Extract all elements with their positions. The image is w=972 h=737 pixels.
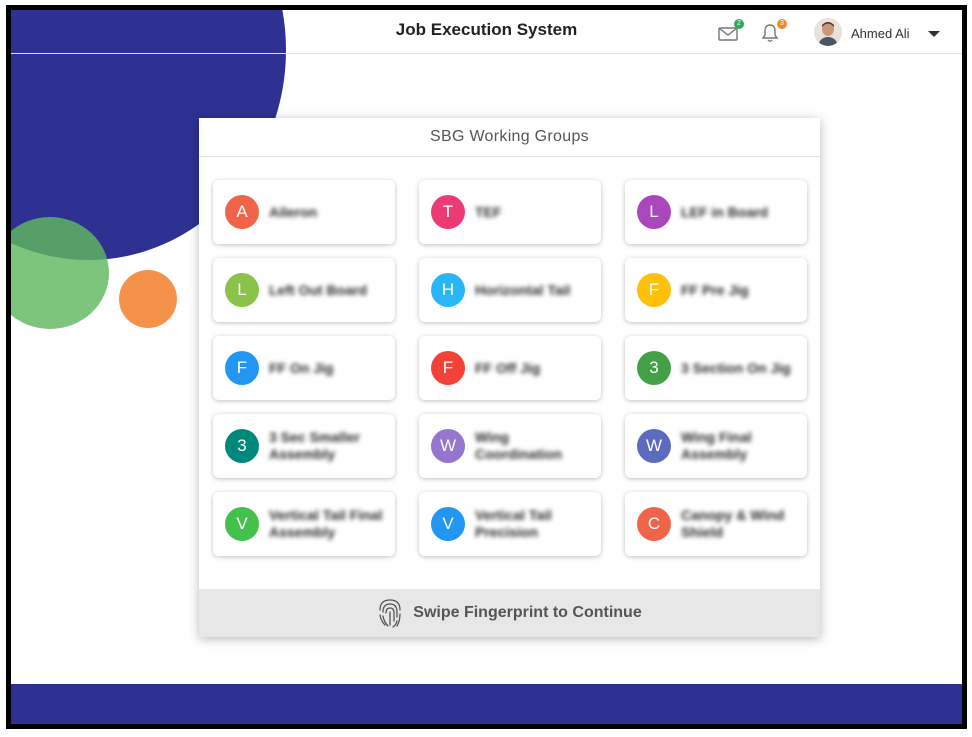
group-card-tef[interactable]: T TEF	[419, 180, 601, 244]
group-initial-circle: T	[431, 195, 465, 229]
mail-button[interactable]: 2	[718, 19, 744, 43]
app-window: Job Execution System 2 3 Ahmed Ali SBG W…	[6, 5, 967, 729]
group-initial-circle: H	[431, 273, 465, 307]
user-avatar-icon	[814, 18, 842, 46]
group-card-horizontal-tail[interactable]: H Horizontal Tail	[419, 258, 601, 322]
group-initial-circle: 3	[637, 351, 671, 385]
group-card-ff-off-jig[interactable]: F FF Off Jig	[419, 336, 601, 400]
decorative-orange-circle	[119, 270, 177, 328]
group-initial-circle: W	[431, 429, 465, 463]
group-initial-circle: W	[637, 429, 671, 463]
panel-title: SBG Working Groups	[199, 118, 820, 157]
group-initial-circle: 3	[225, 429, 259, 463]
group-label: FF Off Jig	[475, 359, 541, 376]
mail-icon	[718, 27, 738, 41]
group-initial-circle: V	[225, 507, 259, 541]
group-label: Wing Coordination	[475, 429, 563, 462]
fingerprint-continue-label: Swipe Fingerprint to Continue	[413, 604, 642, 621]
bell-icon	[761, 24, 779, 42]
group-card-wing-final-assembly[interactable]: W Wing Final Assembly	[625, 414, 807, 478]
user-menu-button[interactable]	[925, 26, 943, 42]
group-card-vertical-tail-precision[interactable]: V Vertical Tail Precision	[419, 492, 601, 556]
group-card-left-out-board[interactable]: L Left Out Board	[213, 258, 395, 322]
user-name[interactable]: Ahmed Ali	[851, 26, 910, 41]
group-label: 3 Section On Jig	[681, 359, 791, 376]
group-label: LEF in Board	[681, 203, 769, 220]
group-card-vertical-tail-final-assembly[interactable]: V Vertical Tail Final Assembly	[213, 492, 395, 556]
group-label: 3 Sec Smaller Assembly	[269, 429, 361, 462]
group-initial-circle: F	[637, 273, 671, 307]
group-card-wing-coordination[interactable]: W Wing Coordination	[419, 414, 601, 478]
group-label: Aileron	[269, 203, 318, 220]
notifications-button[interactable]: 3	[761, 19, 787, 43]
group-initial-circle: F	[431, 351, 465, 385]
group-label: Left Out Board	[269, 281, 367, 298]
group-card-aileron[interactable]: A Aileron	[213, 180, 395, 244]
group-label: Horizontal Tail	[475, 281, 571, 298]
notification-badge: 3	[777, 19, 787, 29]
top-bar: Job Execution System 2 3 Ahmed Ali	[11, 10, 962, 54]
fingerprint-continue-button[interactable]: Swipe Fingerprint to Continue	[199, 589, 820, 637]
chevron-down-icon	[928, 31, 940, 37]
working-groups-panel: SBG Working Groups A Aileron T TEF L LEF in…	[199, 118, 820, 637]
group-initial-circle: L	[637, 195, 671, 229]
group-initial-circle: V	[431, 507, 465, 541]
group-initial-circle: C	[637, 507, 671, 541]
group-card-canopy-wind-shield[interactable]: C Canopy & Wind Shield	[625, 492, 807, 556]
group-initial-circle: F	[225, 351, 259, 385]
group-initial-circle: A	[225, 195, 259, 229]
group-label: Canopy & Wind Shield	[681, 507, 785, 540]
working-groups-grid: A Aileron T TEF L LEF in Board L Left Out Bo…	[213, 180, 807, 556]
group-card-ff-pre-jig[interactable]: F FF Pre Jig	[625, 258, 807, 322]
group-card-ff-on-jig[interactable]: F FF On Jig	[213, 336, 395, 400]
fingerprint-icon	[379, 599, 401, 628]
group-label: FF Pre Jig	[681, 281, 749, 298]
group-label: TEF	[475, 203, 502, 220]
mail-badge: 2	[734, 19, 744, 29]
group-initial-circle: L	[225, 273, 259, 307]
group-label: Vertical Tail Final Assembly	[269, 507, 383, 540]
avatar[interactable]	[814, 18, 842, 46]
group-card-3-sec-smaller-assembly[interactable]: 3 3 Sec Smaller Assembly	[213, 414, 395, 478]
group-label: Wing Final Assembly	[681, 429, 752, 462]
group-card-3-section-on-jig[interactable]: 3 3 Section On Jig	[625, 336, 807, 400]
group-label: FF On Jig	[269, 359, 334, 376]
group-card-lef-in-board[interactable]: L LEF in Board	[625, 180, 807, 244]
group-label: Vertical Tail Precision	[475, 507, 552, 540]
bottom-band	[11, 684, 962, 724]
